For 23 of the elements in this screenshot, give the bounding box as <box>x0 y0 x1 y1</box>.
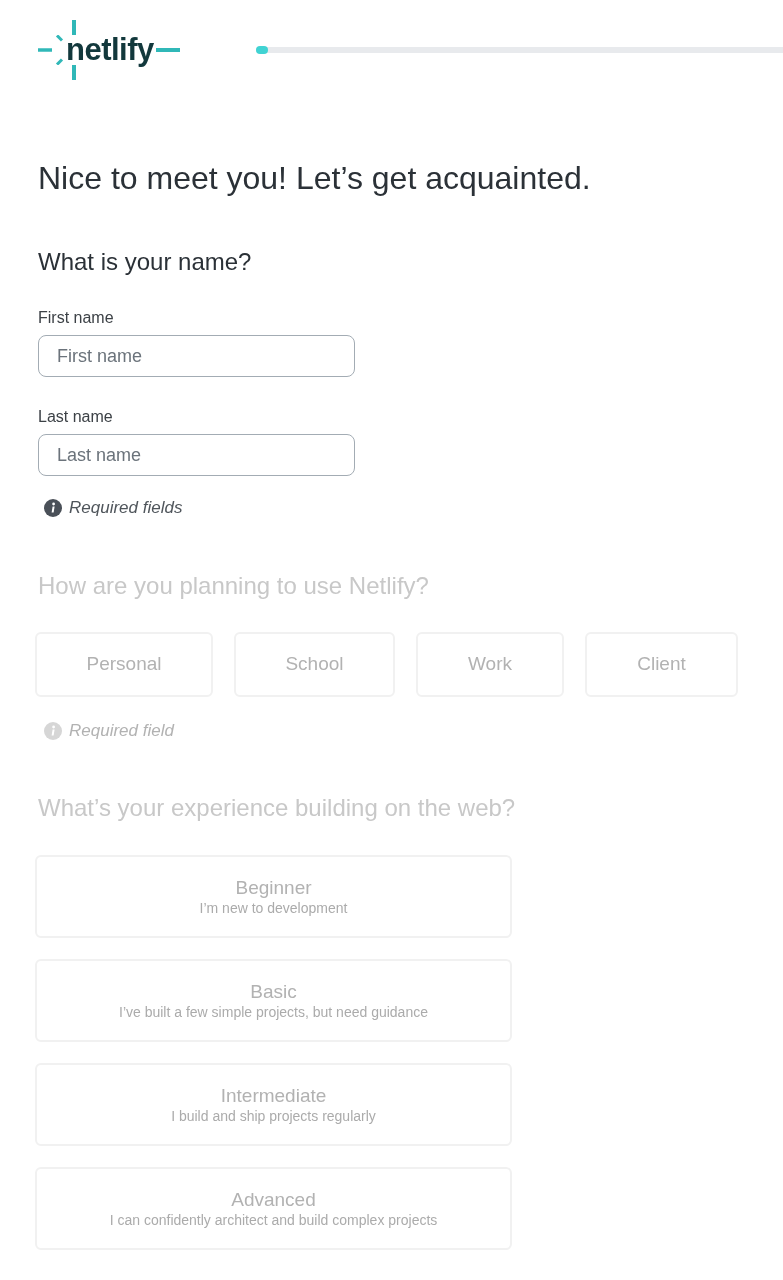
logo-spark-icon <box>38 35 64 65</box>
option-title: Basic <box>250 980 297 1003</box>
option-description: I’ve built a few simple projects, but need guidance <box>119 1002 428 1021</box>
logo-dash-icon <box>155 48 180 52</box>
logo-ray-icon <box>72 65 76 80</box>
name-field[interactable]: Last name <box>38 434 355 476</box>
name-field[interactable]: First name <box>38 335 355 377</box>
required-note: Required field <box>69 720 174 742</box>
field-label: Last name <box>38 407 114 427</box>
info-icon <box>44 722 62 740</box>
option-description: I build and ship projects regularly <box>171 1106 376 1125</box>
field-label: First name <box>38 308 115 328</box>
section-heading: What is your name? <box>38 247 253 277</box>
option-description: I’m new to development <box>199 898 348 917</box>
info-icon <box>44 499 62 517</box>
required-note: Required fields <box>69 497 183 519</box>
option-title: Intermediate <box>220 1084 327 1107</box>
option-description: I can confidently architect and build complex projects <box>109 1210 438 1229</box>
logo-ray-icon <box>72 20 76 35</box>
option-title: Beginner <box>235 876 312 899</box>
page-title: Nice to meet you! Let’s get acquainted. <box>38 159 592 197</box>
logo-wordmark: netlify <box>66 35 154 65</box>
option-title: Advanced <box>231 1188 316 1211</box>
